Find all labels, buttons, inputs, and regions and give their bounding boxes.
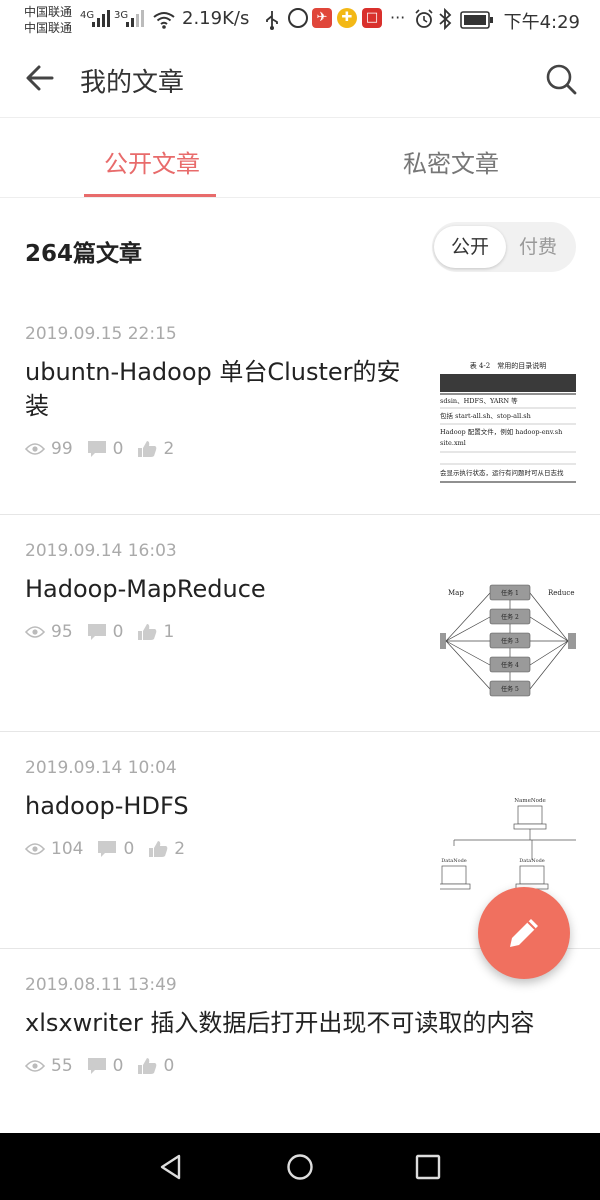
article-item[interactable]: 2019.09.15 22:15 ubuntn-Hadoop 单台Cluster…: [0, 298, 600, 515]
status-bar: 中国联通 中国联通 4G 3G 2.19K/s ✈ ✚ □ ··· 下午4:29: [0, 0, 600, 40]
eye-icon: [25, 843, 45, 855]
article-title[interactable]: hadoop-HDFS: [25, 789, 420, 823]
article-stats: 104 0 2: [25, 839, 199, 859]
eye-icon: [25, 626, 45, 638]
alarm-icon: [415, 9, 433, 28]
thumb-label: DataNode: [519, 858, 545, 864]
article-item[interactable]: 2019.09.14 16:03 Hadoop-MapReduce 95 0 1…: [0, 515, 600, 732]
view-count: 99: [51, 439, 73, 459]
like-count: 1: [163, 622, 175, 642]
thumbs-up-icon: [138, 1058, 157, 1074]
app-notify-icon: ✚: [337, 8, 357, 28]
view-count: 55: [51, 1056, 73, 1076]
article-tabs: 公开文章 私密文章: [0, 118, 600, 198]
article-title[interactable]: xlsxwriter 插入数据后打开出现不可读取的内容: [25, 1006, 585, 1040]
eye-icon: [25, 1060, 45, 1072]
tab-public-articles[interactable]: 公开文章: [104, 144, 200, 179]
page-title: 我的文章: [80, 68, 185, 98]
clock: 下午4:29: [503, 12, 580, 33]
view-count: 104: [51, 839, 84, 859]
nav-recents-icon[interactable]: [414, 1153, 442, 1181]
article-thumbnail: Map Reduce 任务 1 任务 2 任务 3 任务 4 任务 5: [440, 584, 576, 697]
thumb-task: 任务 1: [501, 589, 519, 597]
comment-count: 0: [112, 622, 124, 642]
view-count: 95: [51, 622, 73, 642]
thumb-row: 包括 start-all.sh、stop-all.sh: [440, 411, 531, 420]
comment-icon: [87, 441, 106, 457]
carrier-1: 中国联通: [24, 5, 73, 19]
comment-icon: [87, 1058, 106, 1074]
article-date: 2019.09.14 10:04: [25, 758, 177, 778]
comment-count: 0: [123, 839, 135, 859]
nav-back-icon[interactable]: [157, 1153, 185, 1181]
write-article-button[interactable]: [478, 887, 570, 979]
thumb-task: 任务 4: [501, 661, 519, 669]
app-header: 我的文章: [0, 40, 600, 118]
active-tab-indicator: [84, 194, 216, 197]
search-icon[interactable]: [544, 62, 578, 96]
thumb-task: 任务 2: [501, 613, 519, 621]
carrier-2: 中国联通: [24, 21, 73, 35]
signal-bars-icon: [126, 9, 144, 27]
article-date: 2019.09.14 16:03: [25, 541, 177, 561]
thumb-row: sdsin、HDFS、YARN 等: [440, 396, 518, 405]
thumb-row: site.xml: [440, 439, 466, 447]
like-count: 2: [174, 839, 186, 859]
article-title[interactable]: Hadoop-MapReduce: [25, 572, 420, 606]
signal-bars-icon: [92, 9, 110, 27]
toggle-public[interactable]: 公开: [434, 226, 506, 268]
battery-icon: [460, 11, 493, 29]
carrier-labels: 中国联通 中国联通: [24, 4, 72, 36]
article-stats: 55 0 0: [25, 1056, 188, 1076]
thumb-label: Reduce: [548, 589, 574, 597]
like-count: 0: [163, 1056, 175, 1076]
thumb-task: 任务 3: [501, 637, 519, 645]
usb-icon: [266, 11, 278, 30]
thumb-caption: 表 4-2 常用的目录说明: [470, 361, 547, 370]
bluetooth-icon: [439, 8, 452, 30]
comment-icon: [98, 841, 117, 857]
tab-private-articles[interactable]: 私密文章: [403, 144, 499, 179]
wifi-icon: [153, 12, 175, 29]
app-notify-icon: ✈: [312, 8, 332, 28]
more-notifications: ···: [390, 8, 406, 27]
comment-icon: [87, 624, 106, 640]
article-stats: 95 0 1: [25, 622, 188, 642]
summary-row: 264篇文章 公开 付费: [0, 198, 600, 298]
comment-count: 0: [112, 439, 124, 459]
article-date: 2019.09.15 22:15: [25, 324, 177, 344]
article-count: 264篇文章: [25, 241, 143, 267]
article-thumbnail: 表 4-2 常用的目录说明 sdsin、HDFS、YARN 等 包括 start…: [440, 361, 576, 483]
like-count: 2: [163, 439, 175, 459]
app-notify-icon: □: [362, 8, 382, 28]
thumbs-up-icon: [138, 441, 157, 457]
system-nav-bar: [0, 1133, 600, 1200]
network-speed: 2.19K/s: [182, 8, 250, 29]
comment-count: 0: [112, 1056, 124, 1076]
thumb-task: 任务 5: [501, 685, 519, 693]
article-date: 2019.08.11 13:49: [25, 975, 177, 995]
thumbs-up-icon: [149, 841, 168, 857]
thumb-label: Map: [448, 589, 464, 597]
back-arrow-icon[interactable]: [24, 62, 56, 94]
thumb-label: DataNode: [441, 858, 467, 864]
article-title[interactable]: ubuntn-Hadoop 单台Cluster的安装: [25, 355, 420, 423]
eye-icon: [25, 443, 45, 455]
pencil-icon: [510, 919, 538, 947]
article-stats: 99 0 2: [25, 439, 188, 459]
thumb-label: NameNode: [514, 798, 545, 804]
thumb-row: 会显示执行状态，运行有问题时可从日志找: [440, 468, 564, 477]
nav-home-icon[interactable]: [286, 1153, 314, 1181]
thumb-row: Hadoop 配置文件，例如 hadoop-env.sh: [440, 427, 562, 436]
visibility-toggle[interactable]: 公开 付费: [432, 222, 576, 272]
thumbs-up-icon: [138, 624, 157, 640]
toggle-paid[interactable]: 付费: [502, 226, 574, 268]
app-notify-icon: [288, 8, 308, 28]
